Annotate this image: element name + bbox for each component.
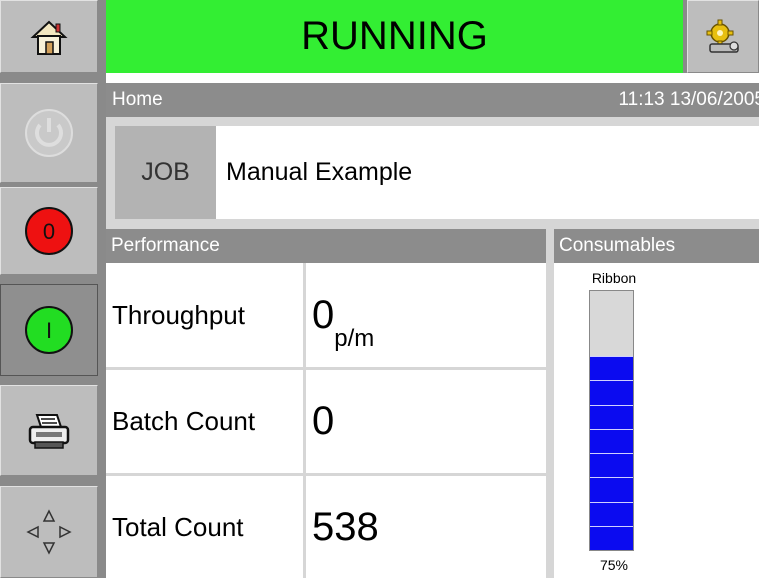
batch-count-label: Batch Count bbox=[106, 370, 303, 473]
navigate-button[interactable] bbox=[0, 486, 98, 578]
throughput-number: 0 bbox=[312, 292, 335, 337]
status-text: RUNNING bbox=[301, 14, 488, 58]
ribbon-segment bbox=[590, 380, 633, 405]
ribbon-percent: 75% bbox=[584, 557, 644, 575]
ribbon-segment bbox=[590, 453, 633, 478]
stop-label: 0 bbox=[43, 219, 55, 244]
power-icon bbox=[25, 109, 73, 157]
job-name-field[interactable]: Manual Example bbox=[216, 126, 759, 219]
ribbon-label: Ribbon bbox=[584, 270, 644, 288]
settings-button[interactable] bbox=[687, 0, 759, 73]
power-button[interactable] bbox=[0, 83, 98, 183]
throughput-value: 0 p/m bbox=[306, 263, 546, 367]
print-button[interactable] bbox=[0, 385, 98, 476]
performance-header: Performance bbox=[106, 229, 546, 263]
total-count-label-text: Total Count bbox=[112, 511, 244, 542]
job-name: Manual Example bbox=[226, 158, 413, 186]
start-button[interactable]: I bbox=[0, 284, 98, 376]
breadcrumb-bar: Home 11:13 13/06/2005 bbox=[106, 83, 759, 117]
throughput-label-text: Throughput bbox=[112, 299, 245, 330]
ribbon-gauge bbox=[589, 290, 634, 551]
ribbon-level-fill bbox=[590, 356, 633, 550]
start-icon: I bbox=[25, 306, 73, 354]
total-count-label: Total Count bbox=[106, 476, 303, 578]
throughput-unit: p/m bbox=[334, 325, 375, 352]
stop-icon: 0 bbox=[25, 207, 73, 255]
throughput-label: Throughput bbox=[106, 263, 303, 367]
ribbon-label-text: Ribbon bbox=[591, 270, 637, 286]
ribbon-segment bbox=[590, 477, 633, 502]
batch-count-label-text: Batch Count bbox=[112, 406, 256, 436]
total-count-number: 538 bbox=[312, 504, 379, 549]
home-icon bbox=[30, 20, 68, 55]
ribbon-segment bbox=[590, 404, 633, 429]
settings-gear-icon bbox=[706, 19, 739, 53]
ribbon-segment bbox=[590, 356, 633, 381]
performance-title: Performance bbox=[111, 235, 220, 256]
ribbon-segment bbox=[590, 501, 633, 526]
ribbon-segment bbox=[590, 428, 633, 453]
consumables-title: Consumables bbox=[559, 235, 676, 256]
total-count-value: 538 bbox=[306, 476, 546, 578]
job-label: JOB bbox=[115, 126, 216, 219]
batch-count-number: 0 bbox=[312, 399, 335, 443]
job-label-text: JOB bbox=[141, 158, 190, 186]
ribbon-percent-text: 75% bbox=[599, 557, 629, 573]
consumables-header: Consumables bbox=[554, 229, 759, 263]
start-label: I bbox=[46, 318, 52, 343]
printer-icon bbox=[28, 413, 70, 449]
datetime: 11:13 13/06/2005 bbox=[618, 89, 759, 110]
breadcrumb: Home bbox=[112, 89, 163, 110]
ribbon-segment bbox=[590, 525, 633, 550]
home-button[interactable] bbox=[0, 0, 98, 73]
stop-button[interactable]: 0 bbox=[0, 187, 98, 275]
batch-count-value: 0 bbox=[306, 370, 546, 473]
status-banner: RUNNING bbox=[106, 0, 683, 73]
arrows-icon bbox=[26, 509, 72, 555]
